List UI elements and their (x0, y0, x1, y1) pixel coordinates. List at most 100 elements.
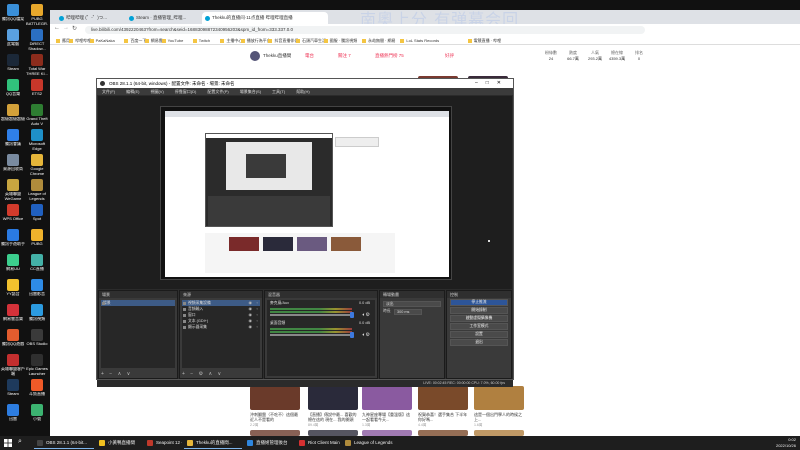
desktop-shortcut[interactable]: 小號 (25, 404, 49, 426)
desktop-shortcut[interactable]: 英雄聯盟WeGame (1, 179, 25, 201)
bookmark-item[interactable]: 國服 · 騰訊視頻 (324, 37, 358, 44)
rank-badge[interactable]: 直播熱門榜 75 (375, 53, 404, 59)
system-tray-clock[interactable]: 0:02 2022/10/26 (776, 437, 796, 448)
video-thumb[interactable] (418, 386, 468, 410)
browser-tab[interactable]: Steam · 直播管理_哔哩... (126, 12, 200, 24)
visibility-eye-icon[interactable]: ◉ (249, 324, 253, 330)
desktop-shortcut[interactable]: Google Chrome (25, 154, 49, 176)
desktop-shortcut[interactable]: 騰訊視頻 (25, 304, 49, 326)
desktop-shortcut[interactable]: 騰訊QQ遊戲 (1, 329, 25, 351)
like-badge[interactable]: 好評 (445, 53, 454, 59)
windows-start-icon[interactable] (4, 439, 12, 447)
streamer-name[interactable]: Thekku直播間 (263, 53, 291, 59)
control-button[interactable]: 退出 (450, 339, 508, 346)
follow-count[interactable]: 關注 7 (338, 53, 351, 59)
control-button[interactable]: 開始錄制 (450, 307, 508, 314)
desktop-shortcut[interactable]: Steam (1, 379, 25, 401)
obs-preview[interactable] (98, 96, 512, 289)
bookmark-item[interactable]: Twitch (193, 37, 210, 44)
volume-slider[interactable] (270, 314, 352, 316)
video-title[interactable]: 【直播】傳說中最... 喜歡的總在這的 現在... 我的開頭 (308, 412, 358, 422)
taskbar-app[interactable]: Thekku的直播間... (184, 437, 242, 449)
desktop-shortcut[interactable]: League of Legends (25, 179, 49, 201)
obs-menu-item[interactable]: 視圖(V) (150, 89, 163, 94)
desktop-shortcut[interactable]: 騰訊手遊助手 (1, 229, 25, 251)
browser-tab-active[interactable]: Thekku的直播间·11点直播 哔哩哔哩直播 (202, 12, 328, 24)
bookmark-item[interactable]: YouTube (162, 37, 184, 44)
obs-menu-item[interactable]: 工具(T) (272, 89, 285, 94)
desktop-shortcut[interactable]: Total War THREE KI... (25, 54, 49, 76)
browser-tab[interactable]: 哔哩哔哩 (゜-゜)つ... (56, 12, 124, 24)
reload-icon[interactable]: ↻ (72, 25, 77, 32)
control-button[interactable]: 停止推流 (450, 299, 508, 306)
desktop-shortcut[interactable]: Microsoft Edge (25, 129, 49, 151)
video-thumb[interactable] (474, 386, 524, 410)
obs-menu-item[interactable]: 場景集合(S) (240, 89, 261, 94)
volume-slider-knob[interactable] (350, 332, 354, 338)
desktop-shortcut[interactable]: 迅雷 (1, 404, 25, 426)
volume-slider-knob[interactable] (350, 312, 354, 318)
obs-menu-item[interactable]: 配置文件(P) (207, 89, 228, 94)
desktop-shortcut[interactable]: Grand Theft Auto V (25, 104, 49, 126)
volume-slider[interactable] (270, 334, 352, 336)
desktop-shortcut[interactable]: DiRECT Shadow... (25, 29, 49, 51)
desktop-shortcut[interactable]: PUBG (25, 229, 49, 251)
desktop-shortcut[interactable]: QQ音樂 (1, 79, 25, 101)
bookmark-item[interactable]: LoL Stats Records (400, 37, 439, 44)
video-title[interactable]: 九神星座專場【重溫版】這一起看看今天... (362, 412, 412, 422)
back-arrow-icon[interactable]: ← (54, 25, 60, 31)
obs-menu-item[interactable]: 停靠窗口(D) (175, 89, 197, 94)
taskbar-app[interactable]: OBS 28.1.1 (64-bit... (34, 437, 94, 449)
video-thumb[interactable] (250, 386, 300, 410)
desktop-shortcut[interactable]: WPS Office (1, 204, 25, 226)
desktop-shortcut[interactable]: OBS Studio (25, 329, 49, 351)
duration-input[interactable]: 300 ms (394, 309, 422, 315)
speaker-icon[interactable]: 🔈︎⚙ (363, 312, 370, 318)
desktop-shortcut[interactable]: Steam (1, 54, 25, 76)
taskbar-app[interactable]: League of Legends (342, 437, 402, 449)
desktop-shortcut[interactable]: ETS2 (25, 79, 49, 101)
desktop-shortcut[interactable]: YY語音 (1, 279, 25, 301)
control-button[interactable]: 工作室模式 (450, 323, 508, 330)
bookmark-item[interactable]: 永劫無間 · 網易 (362, 37, 396, 44)
desktop-shortcut[interactable]: 斗魚直播 (25, 379, 49, 401)
desktop-shortcut[interactable]: Epic Games Launcher (25, 354, 49, 376)
obs-menu-item[interactable]: 編輯(E) (126, 89, 139, 94)
forward-arrow-icon[interactable]: → (63, 25, 69, 31)
video-thumb[interactable] (362, 386, 412, 410)
bookmark-item[interactable]: 百度一下 (124, 37, 146, 44)
bookmark-item[interactable]: 石頭汽車生活 (296, 37, 326, 44)
desktop-shortcut[interactable]: 騰訊會議 (1, 129, 25, 151)
desktop-shortcut[interactable]: 資源回收筒 (1, 154, 25, 176)
scene-controls[interactable]: + − ∧ ∨ (101, 371, 132, 377)
scene-item[interactable]: 場景 (101, 300, 175, 306)
control-button[interactable]: 啟動虛擬攝像機 (450, 315, 508, 322)
video-title[interactable]: 祝賀恭喜！選手集合 下半年你好嗎... (418, 412, 468, 422)
bookmark-item[interactable]: 抖音直播伴侶 (268, 37, 298, 44)
bookmark-item[interactable]: 電競直播 · 哔哩 (468, 37, 502, 44)
taskbar-app[interactable]: Seapoint 12 - Win... (144, 437, 182, 449)
desktop-shortcut[interactable]: 騰訊QQ檔案 (1, 4, 25, 26)
window-controls[interactable]: –□✕ (475, 79, 509, 88)
desktop-shortcut[interactable]: 英雄聯盟客戶端 (1, 354, 25, 376)
lock-icon[interactable]: ▫ (257, 324, 258, 330)
bookmark-item[interactable]: 哔哩哔哩 (69, 37, 91, 44)
bookmark-item[interactable]: 網易雲 (145, 37, 163, 44)
video-title[interactable]: 這是一個出門學人的時候之上... (474, 412, 524, 422)
obs-menu-item[interactable]: 幫助(H) (296, 89, 310, 94)
source-controls[interactable]: + − ⚙ ∧ ∨ (182, 371, 223, 377)
streamer-avatar[interactable] (250, 51, 260, 61)
bookmark-item[interactable]: 主播中心 (220, 37, 242, 44)
desktop-shortcut[interactable]: 超級超級超級 (1, 104, 25, 126)
control-button[interactable]: 設置 (450, 331, 508, 338)
desktop-shortcut[interactable]: CC直播 (25, 254, 49, 276)
url-field[interactable]: live.bilibili.com/4392220463?from=search… (85, 26, 645, 34)
taskbar-app[interactable]: 直播姬管理後台 (244, 437, 294, 449)
search-icon[interactable]: ⌕ (18, 438, 22, 446)
desktop-shortcut[interactable]: 網易UU (1, 254, 25, 276)
desktop-shortcut[interactable]: PUBG BATTLEGR. (25, 4, 49, 26)
video-title[interactable]: 沖刺翻盤（不吃不）這個最近人不是看的 (250, 412, 300, 422)
taskbar-app[interactable]: 小黃鴨直播間 (96, 437, 142, 449)
speaker-icon[interactable]: 🔈︎⚙ (363, 332, 370, 338)
source-item[interactable]: 顯示器采集 ◉ ▫ (182, 324, 260, 330)
